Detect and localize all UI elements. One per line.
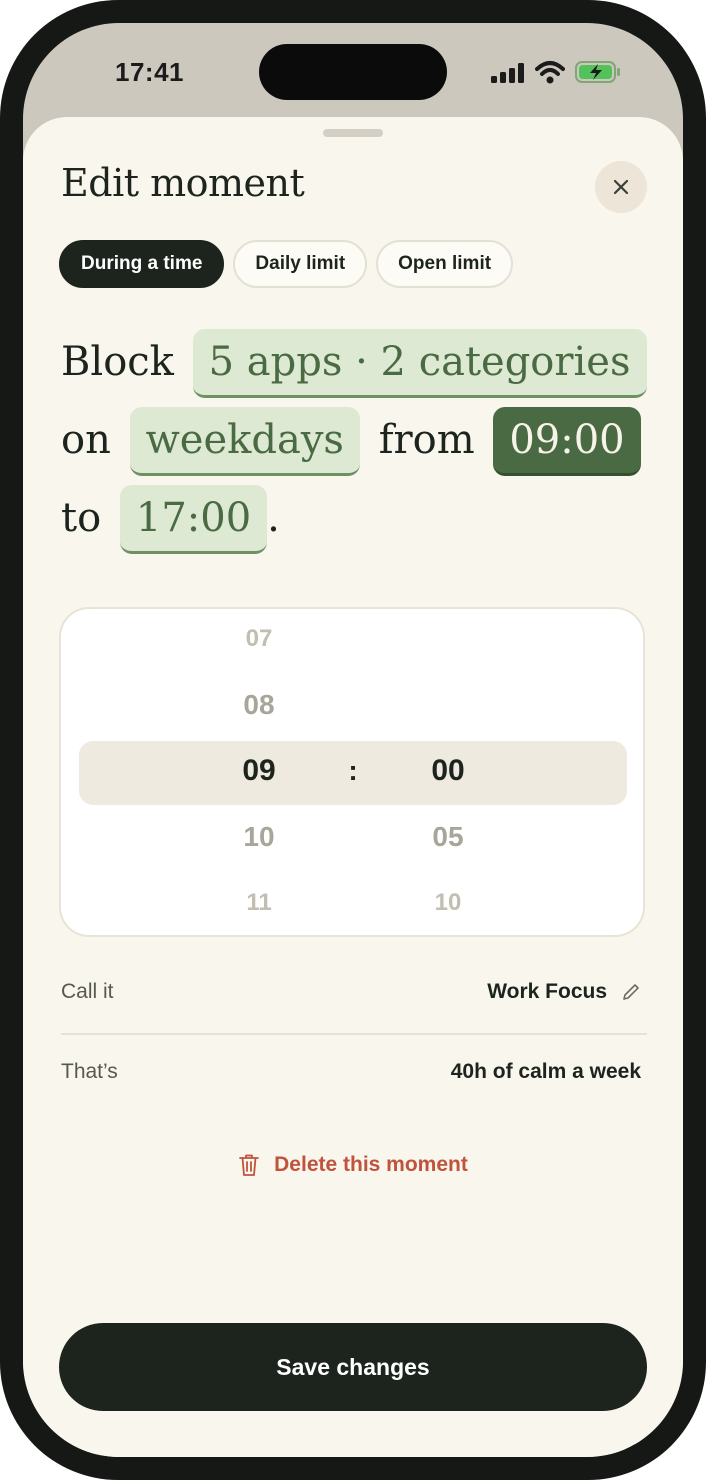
hour-option[interactable]: 07 [219, 625, 299, 653]
signal-icon [491, 63, 524, 83]
minute-option-selected[interactable]: 00 [408, 754, 488, 788]
row-divider [61, 1033, 647, 1035]
start-time-chip[interactable]: 09:00 [493, 407, 641, 476]
sentence-period: . [267, 495, 280, 541]
tab-open-limit[interactable]: Open limit [376, 240, 514, 288]
hour-option[interactable]: 10 [219, 821, 299, 853]
save-changes-button[interactable]: Save changes [59, 1323, 647, 1411]
mode-tabs: During a time Daily limit Open limit [59, 240, 514, 288]
rule-sentence: Block 5 apps · 2 categories on weekdays … [61, 323, 661, 557]
phone-frame: 17:41 Edit moment During a time Daily li… [0, 0, 706, 1480]
close-button[interactable] [595, 161, 647, 213]
hour-option-selected[interactable]: 09 [219, 754, 299, 788]
apps-chip[interactable]: 5 apps · 2 categories [192, 329, 647, 398]
moment-name: Work Focus [487, 980, 607, 1003]
name-row-label: Call it [61, 980, 114, 1003]
battery-charging-icon [575, 61, 620, 83]
sheet-title: Edit moment [61, 161, 305, 205]
trash-icon [239, 1154, 260, 1176]
wifi-icon [535, 61, 565, 84]
summary-row-value: 40h of calm a week [450, 1060, 641, 1083]
screen: 17:41 Edit moment During a time Daily li… [23, 23, 683, 1457]
picker-separator: : [348, 755, 358, 786]
name-row-value-group: Work Focus [487, 980, 647, 1004]
tab-during-a-time[interactable]: During a time [59, 240, 225, 288]
edit-moment-sheet: Edit moment During a time Daily limit Op… [23, 117, 683, 1457]
sentence-from-word: from [378, 417, 475, 463]
close-icon [613, 179, 629, 195]
delete-moment-label: Delete this moment [274, 1153, 468, 1176]
tab-daily-limit[interactable]: Daily limit [233, 240, 368, 288]
sentence-to-word: to [61, 495, 102, 541]
status-time: 17:41 [115, 57, 184, 87]
dynamic-island [259, 44, 447, 100]
days-chip[interactable]: weekdays [129, 407, 360, 476]
sentence-block-word: Block [61, 339, 174, 385]
hour-option[interactable]: 11 [219, 889, 299, 917]
time-picker[interactable]: 07 08 09 10 11 : 00 05 10 [59, 607, 645, 937]
sentence-on-word: on [61, 417, 111, 463]
end-time-chip[interactable]: 17:00 [119, 485, 268, 554]
summary-row: That’s 40h of calm a week [61, 1052, 647, 1092]
hour-option[interactable]: 08 [219, 689, 299, 721]
pencil-icon[interactable] [621, 982, 641, 1002]
name-row[interactable]: Call it Work Focus [61, 972, 647, 1012]
delete-moment-button[interactable]: Delete this moment [23, 1153, 683, 1177]
summary-row-label: That’s [61, 1060, 118, 1083]
minute-option[interactable]: 10 [408, 889, 488, 917]
sheet-grabber[interactable] [323, 129, 383, 137]
minute-option[interactable]: 05 [408, 821, 488, 853]
